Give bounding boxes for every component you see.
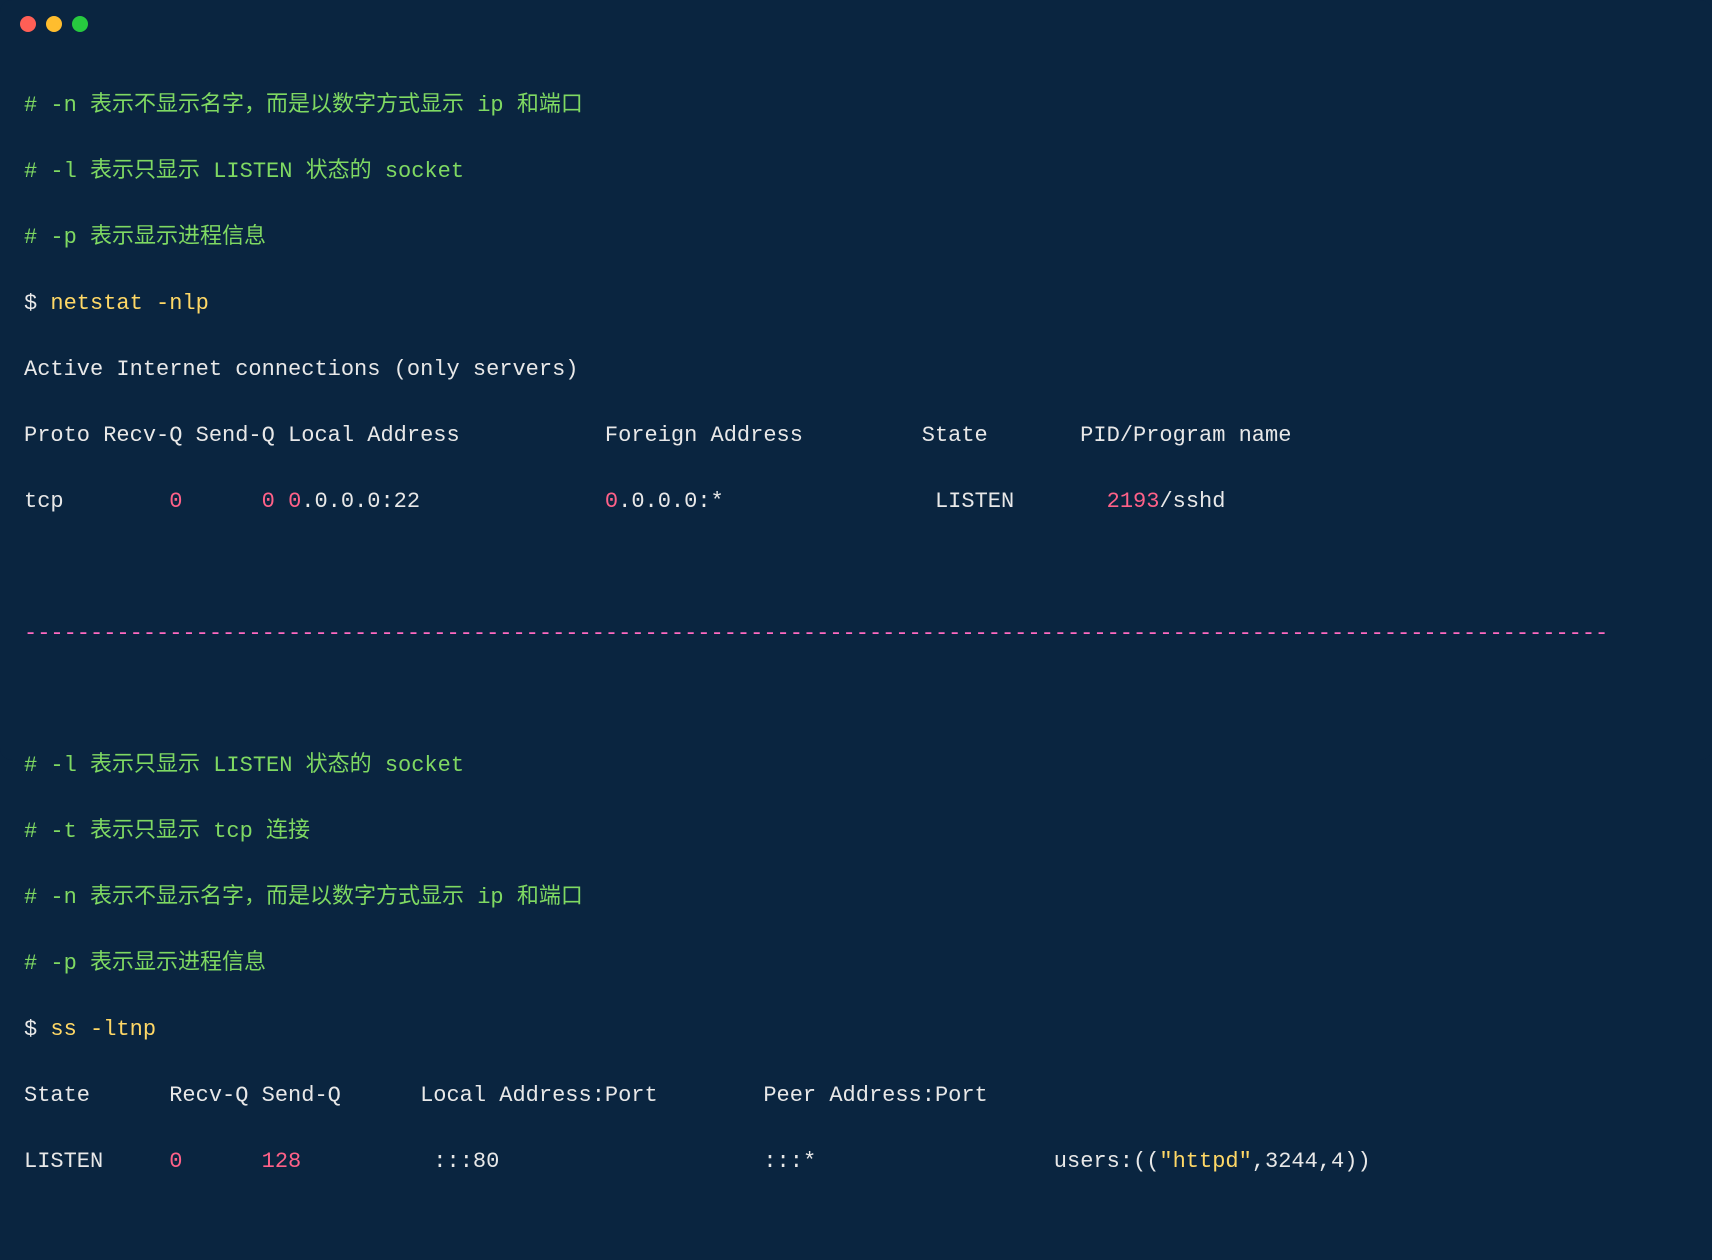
comment-line: # -n 表示不显示名字，而是以数字方式显示 ip 和端口 — [24, 885, 583, 910]
close-icon[interactable] — [20, 16, 36, 32]
comment-line: # -l 表示只显示 LISTEN 状态的 socket — [24, 753, 464, 778]
minimize-icon[interactable] — [46, 16, 62, 32]
titlebar — [0, 0, 1712, 40]
table-row: tcp 0 0 0.0.0.0:22 0.0.0.0:* LISTEN 2193… — [24, 485, 1688, 518]
table-header: State Recv-Q Send-Q Local Address:Port P… — [24, 1083, 988, 1108]
separator: ----------------------------------------… — [24, 621, 1608, 646]
comment-line: # -l 表示只显示 LISTEN 状态的 socket — [24, 159, 464, 184]
comment-line: # -p 表示显示进程信息 — [24, 225, 266, 250]
comment-line: # -p 表示显示进程信息 — [24, 951, 266, 976]
command: netstat -nlp — [50, 291, 208, 316]
table-row: LISTEN 0 128 :::80 :::* users:(("httpd",… — [24, 1145, 1688, 1178]
comment-line: # -n 表示不显示名字，而是以数字方式显示 ip 和端口 — [24, 93, 583, 118]
table-header: Proto Recv-Q Send-Q Local Address Foreig… — [24, 423, 1291, 448]
prompt: $ — [24, 1017, 50, 1042]
terminal-window: # -n 表示不显示名字，而是以数字方式显示 ip 和端口 # -l 表示只显示… — [0, 0, 1712, 760]
command: ss -ltnp — [50, 1017, 156, 1042]
maximize-icon[interactable] — [72, 16, 88, 32]
comment-line: # -t 表示只显示 tcp 连接 — [24, 819, 310, 844]
output-title: Active Internet connections (only server… — [24, 357, 579, 382]
terminal-content: # -n 表示不显示名字，而是以数字方式显示 ip 和端口 # -l 表示只显示… — [0, 40, 1712, 1260]
prompt: $ — [24, 291, 50, 316]
